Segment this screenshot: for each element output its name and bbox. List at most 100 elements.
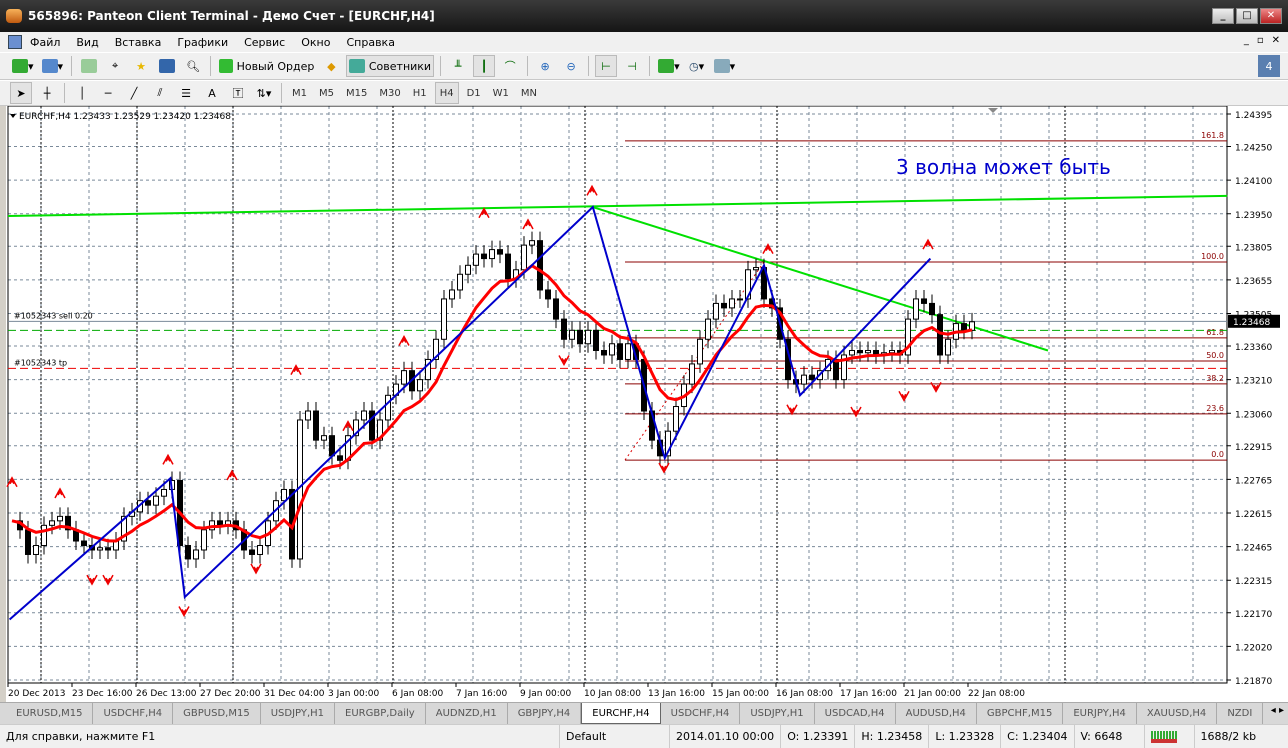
profiles-button[interactable]: ▾ <box>40 55 66 77</box>
timeframe-h1[interactable]: H1 <box>409 82 431 104</box>
chart-tab[interactable]: EURCHF,H4 <box>581 703 661 724</box>
mdi-restore-button[interactable]: ▫ <box>1257 35 1264 46</box>
candlestick-button[interactable]: ┃ <box>473 55 496 77</box>
tab-scroll-arrows[interactable]: ◂ ▸ <box>1271 705 1284 716</box>
status-volume: V: 6648 <box>1075 725 1145 748</box>
chart-tab[interactable]: GBPUSD,M15 <box>173 703 261 724</box>
timeframe-m1[interactable]: M1 <box>288 82 311 104</box>
x-tick-label: 3 Jan 00:00 <box>328 689 380 699</box>
candle-bull <box>33 545 39 555</box>
status-close: C: 1.23404 <box>1001 725 1075 748</box>
line-chart-button[interactable]: ⌒ <box>499 55 521 77</box>
candle-bull <box>281 488 287 502</box>
menu-item[interactable]: Сервис <box>236 36 293 49</box>
menu-item[interactable]: Справка <box>338 36 402 49</box>
periods-button[interactable]: ◷ ▾ <box>686 55 708 77</box>
chart-tab[interactable]: EURUSD,M15 <box>6 703 94 724</box>
alert-button[interactable]: ◆ <box>320 55 342 77</box>
timeframe-mn[interactable]: MN <box>517 82 541 104</box>
candle-bull <box>689 363 695 385</box>
menu-item[interactable]: Окно <box>293 36 338 49</box>
candle-bull <box>801 374 807 385</box>
text-button[interactable]: A <box>201 82 223 104</box>
chart-shift-marker-icon[interactable] <box>988 108 998 113</box>
fibo-button[interactable]: ☰ <box>175 82 197 104</box>
chart-tab[interactable]: EURJPY,H4 <box>1063 703 1137 724</box>
lower-trendline[interactable] <box>592 206 1049 352</box>
mdi-minimize-button[interactable]: _ <box>1244 35 1249 46</box>
data-window-button[interactable]: ⌖ <box>104 55 126 77</box>
cursor-button[interactable]: ➤ <box>10 82 32 104</box>
crosshair-tool-icon: ┼ <box>43 86 51 100</box>
candle-bull <box>465 264 471 275</box>
equidistant-channel-button[interactable]: ⫽ <box>149 82 171 104</box>
zoom-out-button[interactable]: ⊖ <box>560 55 582 77</box>
menu-item[interactable]: Файл <box>22 36 68 49</box>
chart-window[interactable]: 1.24395 1.24250 1.24100 1.23950 1.23805 1.236… <box>6 105 1288 702</box>
experts-button[interactable]: Советники <box>346 55 435 77</box>
new-chart-button[interactable]: ▾ <box>10 55 36 77</box>
chart-tab[interactable]: USDCAD,H4 <box>815 703 896 724</box>
zoom-in-button[interactable]: ⊕ <box>534 55 556 77</box>
chat-button[interactable]: 4 <box>1258 55 1280 77</box>
indicators-button[interactable]: ▾ <box>656 55 682 77</box>
chart-tab[interactable]: AUDNZD,H1 <box>426 703 508 724</box>
timeframe-w1[interactable]: W1 <box>489 82 513 104</box>
chart-header-arrow-icon[interactable] <box>10 114 16 118</box>
terminal-icon <box>159 59 176 73</box>
timeframe-d1[interactable]: D1 <box>463 82 485 104</box>
crosshair-button[interactable]: ┼ <box>36 82 58 104</box>
tester-button[interactable]: 🔍︎ <box>182 55 204 77</box>
market-watch-button[interactable] <box>78 55 100 77</box>
templates-button[interactable]: ▾ <box>712 55 738 77</box>
chart-tab[interactable]: XAUUSD,H4 <box>1137 703 1218 724</box>
maximize-button[interactable]: □ <box>1236 8 1258 24</box>
chart-tab[interactable]: USDCHF,H4 <box>93 703 174 724</box>
arrows-button[interactable]: ⇅▾ <box>253 82 275 104</box>
vertical-line-button[interactable]: │ <box>71 82 93 104</box>
candle-bull <box>201 529 207 551</box>
timeframe-m30[interactable]: M30 <box>375 82 404 104</box>
timeframe-h4[interactable]: H4 <box>434 82 459 104</box>
chart-tab[interactable]: AUDUSD,H4 <box>896 703 977 724</box>
price-chart[interactable]: 1.24395 1.24250 1.24100 1.23950 1.23805 1.236… <box>6 105 1288 702</box>
timeframe-m15[interactable]: M15 <box>342 82 371 104</box>
auto-scroll-button[interactable]: ⊢ <box>595 55 618 77</box>
bar-chart-button[interactable]: ╨ <box>447 55 469 77</box>
chart-tab[interactable]: USDJPY,H1 <box>740 703 815 724</box>
chart-tab[interactable]: GBPJPY,H4 <box>508 703 582 724</box>
trendline-button[interactable]: ╱ <box>123 82 145 104</box>
navigator-button[interactable]: ★ <box>130 55 152 77</box>
y-tick-label: 1.21870 <box>1235 677 1272 687</box>
fractal-down-arrow-icon <box>250 563 262 575</box>
timeframe-m5[interactable]: M5 <box>315 82 338 104</box>
candle-bull <box>97 547 103 551</box>
y-tick-label: 1.24395 <box>1235 111 1272 121</box>
chart-shift-button[interactable]: ⊣ <box>621 55 643 77</box>
chart-tab[interactable]: USDJPY,H1 <box>261 703 336 724</box>
chart-tab[interactable]: EURGBP,Daily <box>335 703 426 724</box>
text-label-button[interactable]: 🅃 <box>227 82 249 104</box>
mdi-close-button[interactable]: ✕ <box>1272 35 1280 46</box>
chart-tab[interactable]: USDCHF,H4 <box>661 703 741 724</box>
menu-item[interactable]: Вставка <box>107 36 170 49</box>
upper-trendline[interactable] <box>7 194 1228 217</box>
close-button[interactable]: ✕ <box>1260 8 1282 24</box>
chart-tab[interactable]: NZDI <box>1217 703 1264 724</box>
status-traffic: 1688/2 kb <box>1200 730 1257 743</box>
terminal-button[interactable] <box>156 55 178 77</box>
y-tick-label: 1.22315 <box>1235 577 1272 587</box>
chart-annotation[interactable]: 3 волна может быть <box>896 155 1111 179</box>
chart-tab[interactable]: GBPCHF,M15 <box>977 703 1064 724</box>
y-tick-label: 1.23360 <box>1235 343 1272 353</box>
minimize-button[interactable]: _ <box>1212 8 1234 24</box>
menu-item[interactable]: Графики <box>169 36 236 49</box>
candle-bear <box>329 435 335 457</box>
candle-bull <box>489 249 495 260</box>
menu-item[interactable]: Вид <box>68 36 106 49</box>
candle-bear <box>505 253 511 280</box>
new-order-button[interactable]: Новый Ордер <box>217 55 316 77</box>
chart-window-icon[interactable] <box>8 35 22 49</box>
fractal-up-arrow-icon <box>290 364 302 376</box>
horizontal-line-button[interactable]: ─ <box>97 82 119 104</box>
